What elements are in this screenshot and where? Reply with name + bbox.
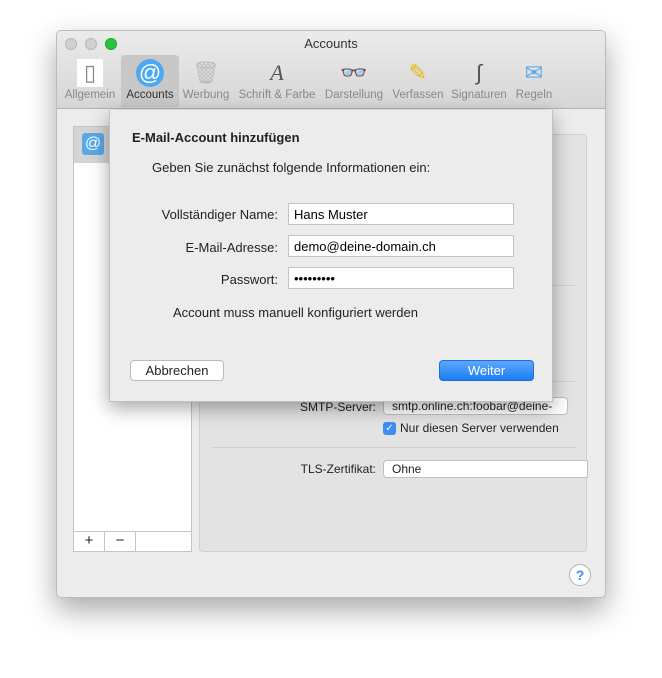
continue-button[interactable]: Weiter (439, 360, 534, 381)
switch-icon: ▯ (77, 59, 103, 87)
cancel-button[interactable]: Abbrechen (130, 360, 224, 381)
email-input[interactable] (288, 235, 514, 257)
window-title: Accounts (304, 36, 358, 51)
only-server-label: Nur diesen Server verwenden (400, 421, 559, 435)
full-name-input[interactable] (288, 203, 514, 225)
toolbar: Accounts ▯ Allgemein @ Accounts 🗑 Werbung A… (57, 31, 605, 109)
glasses-icon: 👓 (340, 60, 368, 85)
help-button[interactable]: ? (569, 564, 591, 586)
remove-account-button[interactable]: − (105, 532, 136, 551)
sheet-subtitle: Geben Sie zunächst folgende Informatione… (152, 160, 431, 175)
tab-allgemein[interactable]: ▯ Allgemein (61, 55, 119, 107)
tab-darstellung[interactable]: 👓 Darstellung (321, 55, 387, 107)
trash-icon: 🗑 (192, 60, 220, 85)
add-account-button[interactable]: + (74, 532, 105, 551)
add-account-sheet: E-Mail-Account hinzufügen Geben Sie zunä… (109, 110, 553, 402)
name-label: Vollständiger Name: (161, 207, 278, 222)
tab-werbung[interactable]: 🗑 Werbung (179, 55, 233, 107)
smtp-label: SMTP-Server: (299, 400, 376, 414)
tab-signaturen[interactable]: ∫ Signaturen (449, 55, 509, 107)
only-server-checkbox[interactable]: ✓ (383, 422, 396, 435)
font-color-icon: A (270, 60, 284, 85)
tab-verfassen[interactable]: ✎ Verfassen (389, 55, 447, 107)
tls-select[interactable]: Ohne (383, 460, 588, 478)
rules-icon: ✉ (524, 60, 544, 85)
signature-icon: ∫ (475, 60, 483, 85)
at-icon: @ (136, 59, 164, 87)
at-icon: @ (82, 133, 104, 155)
sheet-title: E-Mail-Account hinzufügen (132, 130, 300, 145)
tab-schrift-farbe[interactable]: A Schrift & Farbe (235, 55, 319, 107)
password-input[interactable] (288, 267, 514, 289)
tab-regeln[interactable]: ✉ Regeln (511, 55, 557, 107)
tab-accounts[interactable]: @ Accounts (121, 55, 179, 107)
tls-label: TLS-Zertifikat: (300, 462, 376, 476)
email-label: E-Mail-Adresse: (185, 240, 278, 255)
pencil-icon: ✎ (408, 60, 428, 85)
status-message: Account muss manuell konfiguriert werden (173, 305, 418, 320)
password-label: Passwort: (220, 272, 278, 287)
